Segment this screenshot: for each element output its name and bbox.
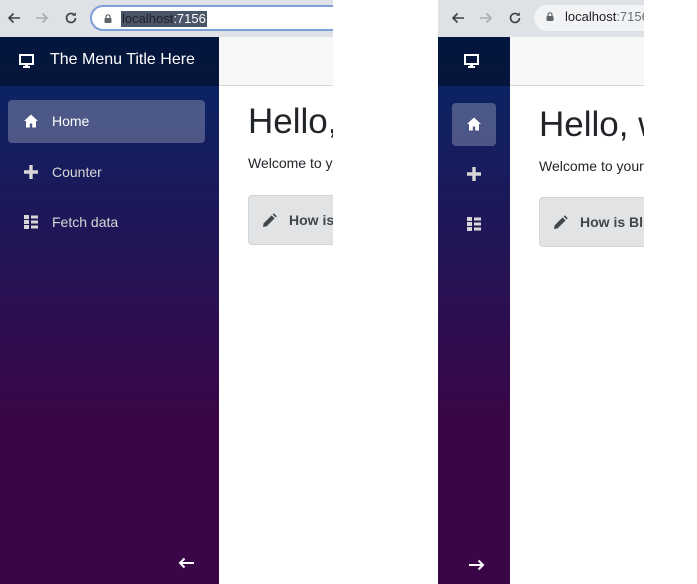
home-icon (23, 113, 39, 129)
reload-button[interactable] (503, 6, 527, 30)
lock-icon (546, 12, 554, 21)
plus-icon (23, 164, 39, 180)
survey-alert: How is (248, 195, 333, 245)
collapsed-sidebar-screenshot: localhost:7156 (438, 0, 644, 584)
nav-item-home[interactable] (452, 103, 496, 146)
nav-item-home[interactable]: Home (8, 100, 205, 143)
url-host: localhost (122, 11, 174, 26)
expand-sidebar-button[interactable] (468, 559, 486, 571)
welcome-text: Welcome to yo (248, 155, 333, 171)
nav-label-fetch-data: Fetch data (52, 214, 119, 230)
sidebar (438, 37, 510, 584)
nav-item-fetch-data[interactable] (452, 203, 496, 245)
survey-alert: How is Bl (539, 197, 644, 247)
pencil-icon (262, 213, 277, 228)
sidebar-top-row: The Menu Title Here (0, 37, 219, 86)
list-icon (466, 216, 482, 232)
reload-icon (509, 12, 521, 24)
arrow-right-icon (469, 559, 485, 571)
forward-button[interactable] (474, 6, 498, 30)
welcome-text: Welcome to your (539, 158, 644, 174)
browser-toolbar: localhost:7156 (438, 0, 644, 38)
url-port: :7156 (173, 11, 206, 26)
monitor-icon (19, 54, 35, 68)
arrow-left-icon (451, 12, 464, 24)
arrow-left-icon (7, 12, 20, 24)
brand-title[interactable]: The Menu Title Here (50, 51, 195, 69)
forward-button[interactable] (30, 6, 54, 30)
main-top-row (219, 37, 333, 86)
main-content: Hello, Welcome to yo How is (219, 37, 333, 584)
nav-label-counter: Counter (52, 164, 102, 180)
sidebar: The Menu Title Here Home Counter Fetch d… (0, 37, 219, 584)
address-bar[interactable]: localhost:7156 (90, 5, 333, 31)
monitor-icon (464, 54, 480, 68)
alert-text: How is (289, 212, 333, 228)
list-icon (23, 214, 39, 230)
url-host: localhost (565, 9, 617, 24)
url-text[interactable]: localhost:7156 (121, 11, 207, 27)
arrow-left-icon (178, 557, 194, 569)
page-heading: Hello, w (539, 105, 644, 144)
url-port: :7156 (616, 9, 644, 24)
back-button[interactable] (446, 6, 470, 30)
plus-icon (466, 166, 482, 182)
nav-item-counter[interactable] (452, 153, 496, 195)
alert-text: How is Bl (580, 214, 644, 230)
nav-item-fetch-data[interactable]: Fetch data (8, 201, 205, 243)
back-button[interactable] (2, 6, 26, 30)
nav-label-home: Home (52, 113, 90, 129)
home-icon (466, 116, 482, 132)
expanded-sidebar-screenshot: localhost:7156 The Menu Title Here Home (0, 0, 333, 584)
page-heading: Hello, (248, 102, 333, 141)
address-bar[interactable]: localhost:7156 (534, 5, 644, 31)
pencil-icon (553, 215, 568, 230)
browser-toolbar: localhost:7156 (0, 0, 333, 38)
main-top-row (510, 37, 644, 86)
arrow-right-icon (36, 12, 49, 24)
sidebar-top-row (438, 37, 510, 86)
main-content: Hello, w Welcome to your How is Bl (510, 37, 644, 584)
reload-button[interactable] (59, 6, 83, 30)
lock-icon (104, 14, 112, 23)
nav-item-counter[interactable]: Counter (8, 151, 205, 193)
collapse-sidebar-button[interactable] (177, 557, 195, 569)
reload-icon (65, 12, 77, 24)
url-text[interactable]: localhost:7156 (565, 9, 644, 25)
arrow-right-icon (480, 12, 493, 24)
